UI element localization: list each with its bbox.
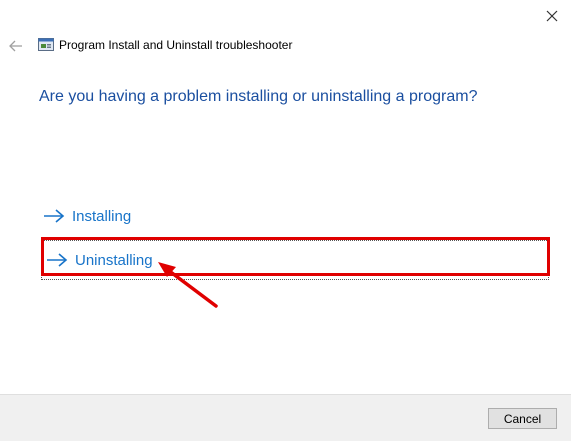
- troubleshooter-icon: [38, 38, 54, 51]
- back-arrow-icon: [9, 40, 22, 52]
- cancel-button[interactable]: Cancel: [488, 408, 557, 429]
- option-installing[interactable]: Installing: [42, 202, 242, 230]
- window-title: Program Install and Uninstall troublesho…: [59, 38, 293, 52]
- close-button[interactable]: [538, 4, 566, 28]
- option-label: Uninstalling: [75, 251, 153, 269]
- arrow-right-icon: [44, 209, 65, 223]
- arrow-right-icon: [47, 253, 68, 267]
- footer-bar: Cancel: [0, 394, 571, 441]
- close-icon: [546, 10, 558, 22]
- option-uninstalling[interactable]: Uninstalling: [41, 240, 549, 280]
- page-heading: Are you having a problem installing or u…: [39, 88, 478, 105]
- back-button[interactable]: [6, 36, 26, 56]
- option-label: Installing: [72, 207, 132, 225]
